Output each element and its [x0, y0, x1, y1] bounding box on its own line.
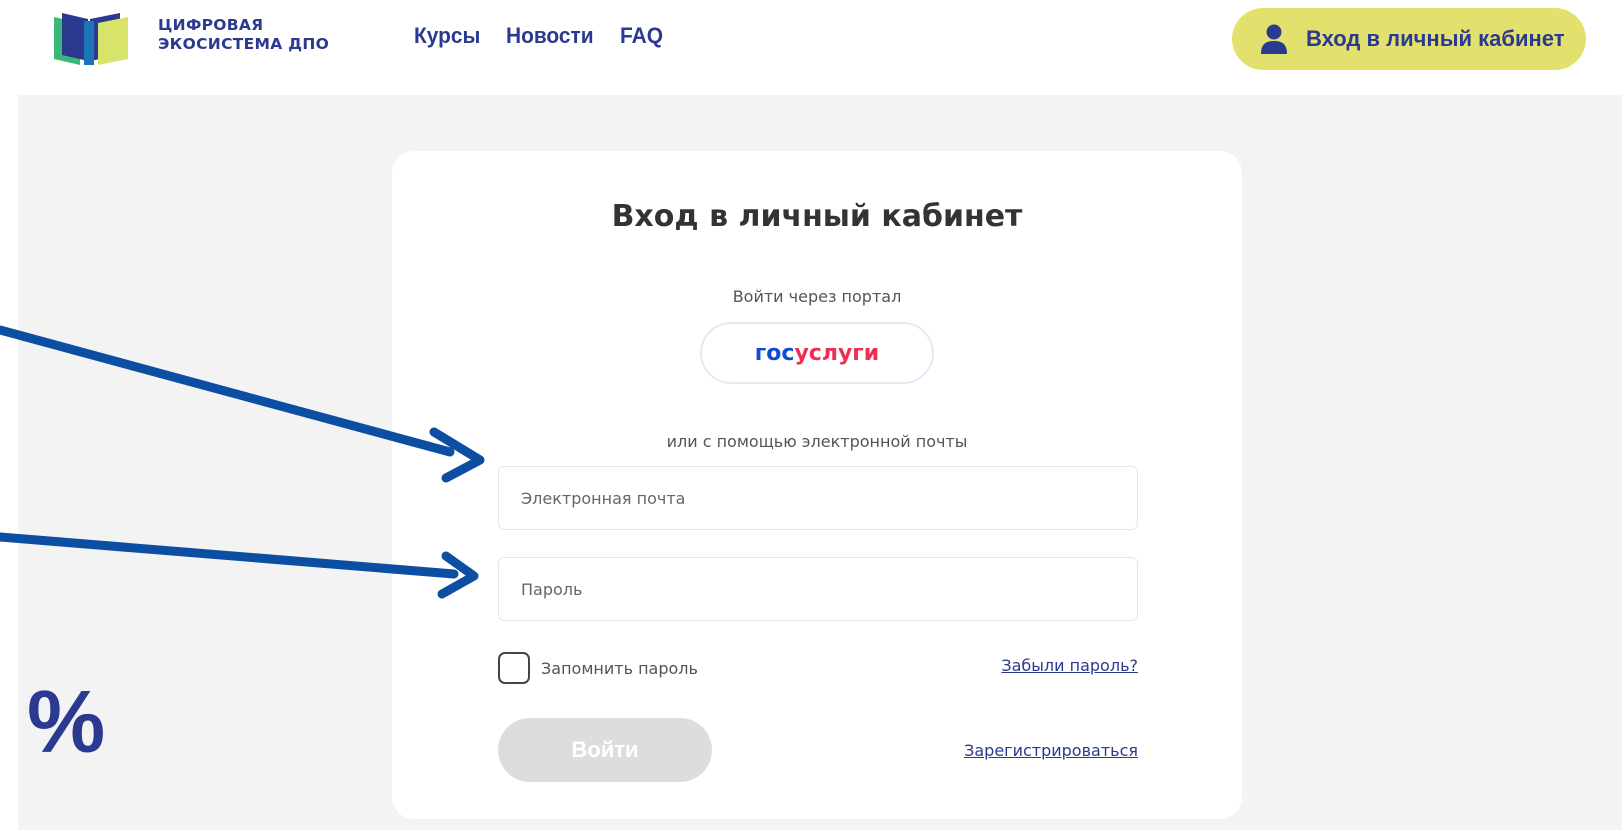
user-icon: [1261, 24, 1287, 54]
cabinet-login-button[interactable]: Вход в личный кабинет: [1232, 8, 1586, 70]
logo-line-2: ЭКОСИСТЕМА ДПО: [158, 35, 330, 53]
register-link[interactable]: Зарегистрироваться: [964, 741, 1138, 760]
site-header: ЦИФРОВАЯ ЭКОСИСТЕМА ДПО Курсы Новости FA…: [0, 0, 1622, 95]
nav-link-news[interactable]: Новости: [506, 23, 594, 49]
login-title: Вход в личный кабинет: [611, 199, 1023, 234]
remember-password[interactable]: Запомнить пароль: [498, 652, 698, 684]
email-input[interactable]: [498, 466, 1138, 530]
cabinet-login-label: Вход в личный кабинет: [1306, 26, 1565, 51]
remember-label: Запомнить пароль: [541, 658, 698, 678]
gosuslugi-logo-part1: гос: [754, 340, 795, 366]
email-login-label: или с помощью электронной почты: [666, 432, 968, 451]
main-nav: Курсы Новости FAQ: [414, 23, 665, 49]
forgot-password-link[interactable]: Забыли пароль?: [1001, 656, 1138, 675]
nav-link-faq[interactable]: FAQ: [620, 23, 663, 49]
login-submit-button[interactable]: Войти: [498, 718, 712, 782]
book-logo-icon[interactable]: [50, 11, 150, 67]
percent-symbol: %: [27, 672, 106, 771]
nav-link-courses[interactable]: Курсы: [414, 23, 480, 49]
gosuslugi-logo-part2: услуги: [794, 340, 880, 366]
login-card: Вход в личный кабинет Войти через портал…: [392, 151, 1242, 819]
logo-text[interactable]: ЦИФРОВАЯ ЭКОСИСТЕМА ДПО: [158, 16, 329, 54]
gosuslugi-button[interactable]: гос услуги: [700, 322, 934, 384]
portal-label: Войти через портал: [732, 287, 902, 306]
password-input[interactable]: [498, 557, 1138, 621]
remember-checkbox[interactable]: [498, 652, 530, 684]
logo-line-1: ЦИФРОВАЯ: [158, 16, 264, 34]
